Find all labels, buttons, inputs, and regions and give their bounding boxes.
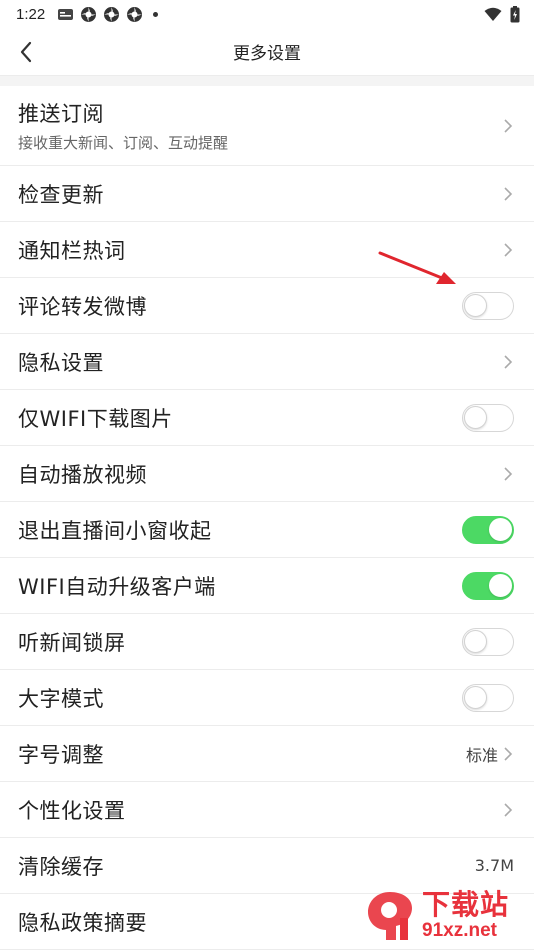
news-lock-screen-toggle[interactable] (462, 627, 514, 656)
watermark-title: 下载站 (422, 888, 510, 921)
big-font-mode-toggle[interactable] (462, 683, 514, 712)
weibo-repost-toggle[interactable] (462, 291, 514, 320)
toggle-knob (464, 629, 487, 653)
wifi-icon (484, 7, 502, 21)
nav-bar: 更多设置 (0, 28, 534, 76)
chevron-right-icon (504, 186, 513, 201)
watermark: 下载站 91xz.net (362, 886, 530, 946)
setting-label: 通知栏热词 (18, 238, 126, 263)
status-time: 1:22 (16, 5, 46, 23)
chevron-right-icon (504, 746, 513, 761)
toggle-knob (464, 405, 487, 429)
cache-size-value: 3.7M (474, 856, 514, 875)
live-mini-window-toggle[interactable] (462, 515, 514, 544)
setting-push-subscription[interactable]: 推送订阅 接收重大新闻、订阅、互动提醒 (0, 86, 534, 166)
section-gap (0, 76, 534, 86)
page-title: 更多设置 (233, 44, 301, 64)
setting-live-mini-window: 退出直播间小窗收起 (0, 502, 534, 558)
chevron-right-icon (504, 802, 513, 817)
setting-label: 自动播放视频 (18, 462, 147, 487)
toggle-knob (464, 293, 487, 317)
news-app-icon (58, 8, 74, 20)
setting-label: 评论转发微博 (18, 294, 147, 319)
toggle-knob (489, 573, 512, 597)
setting-wifi-only-images: 仅WIFI下载图片 (0, 390, 534, 446)
aperture-icon (104, 6, 120, 22)
setting-news-lock-screen: 听新闻锁屏 (0, 614, 534, 670)
setting-weibo-repost: 评论转发微博 (0, 278, 534, 334)
settings-list: 推送订阅 接收重大新闻、订阅、互动提醒 检查更新 通知栏热词 评论转发微博 隐私… (0, 86, 534, 950)
wifi-auto-upgrade-toggle[interactable] (462, 571, 514, 600)
chevron-right-icon (504, 118, 513, 133)
setting-label: WIFI自动升级客户端 (18, 574, 216, 599)
setting-wifi-auto-upgrade: WIFI自动升级客户端 (0, 558, 534, 614)
setting-personalization[interactable]: 个性化设置 (0, 782, 534, 838)
chevron-right-icon (504, 354, 513, 369)
dot-icon (153, 11, 159, 17)
setting-big-font-mode: 大字模式 (0, 670, 534, 726)
setting-notification-hot-words[interactable]: 通知栏热词 (0, 222, 534, 278)
status-right (484, 5, 520, 23)
chevron-left-icon (20, 41, 32, 63)
setting-label: 字号调整 (18, 742, 104, 767)
toggle-knob (464, 685, 487, 709)
setting-autoplay-video[interactable]: 自动播放视频 (0, 446, 534, 502)
wifi-only-images-toggle[interactable] (462, 403, 514, 432)
status-bar: 1:22 (0, 0, 534, 28)
setting-label: 隐私设置 (18, 350, 104, 375)
toggle-knob (489, 517, 512, 541)
aperture-icon (127, 6, 143, 22)
setting-label: 隐私政策摘要 (18, 910, 147, 935)
setting-font-size[interactable]: 字号调整 标准 (0, 726, 534, 782)
setting-label: 退出直播间小窗收起 (18, 518, 212, 543)
setting-label: 个性化设置 (18, 798, 126, 823)
aperture-icon (81, 6, 97, 22)
setting-description: 接收重大新闻、订阅、互动提醒 (18, 134, 229, 152)
back-button[interactable] (12, 38, 40, 66)
font-size-value: 标准 (465, 745, 498, 765)
setting-label: 推送订阅 (18, 102, 104, 126)
chevron-right-icon (504, 242, 513, 257)
status-left: 1:22 (16, 5, 159, 23)
chevron-right-icon (504, 466, 513, 481)
battery-icon (510, 5, 520, 22)
setting-label: 检查更新 (18, 182, 104, 207)
setting-label: 大字模式 (18, 686, 104, 711)
setting-label: 清除缓存 (18, 854, 104, 879)
setting-privacy[interactable]: 隐私设置 (0, 334, 534, 390)
watermark-domain: 91xz.net (422, 920, 497, 941)
setting-label: 仅WIFI下载图片 (18, 406, 173, 431)
watermark-logo-icon (368, 892, 412, 940)
setting-check-update[interactable]: 检查更新 (0, 166, 534, 222)
setting-label: 听新闻锁屏 (18, 630, 126, 655)
